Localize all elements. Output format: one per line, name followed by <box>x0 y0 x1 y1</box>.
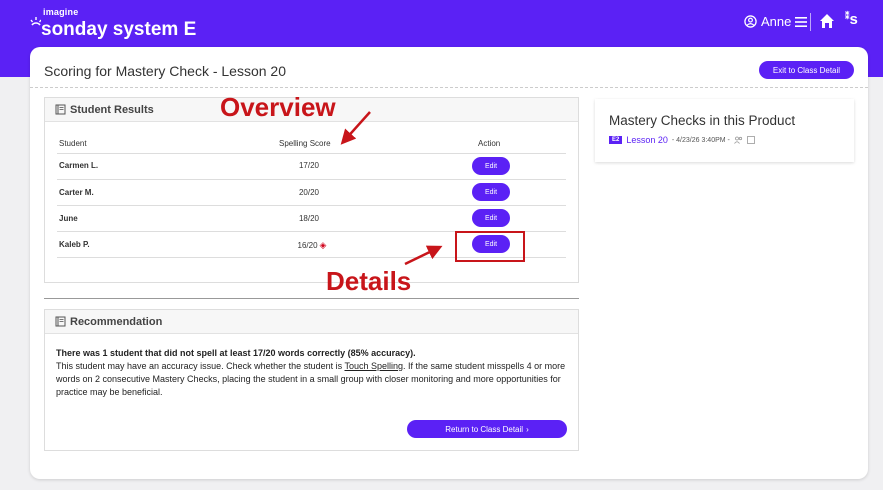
details-arrow <box>404 245 443 266</box>
annotation-arrows <box>340 111 443 266</box>
overview-arrow <box>340 111 371 145</box>
